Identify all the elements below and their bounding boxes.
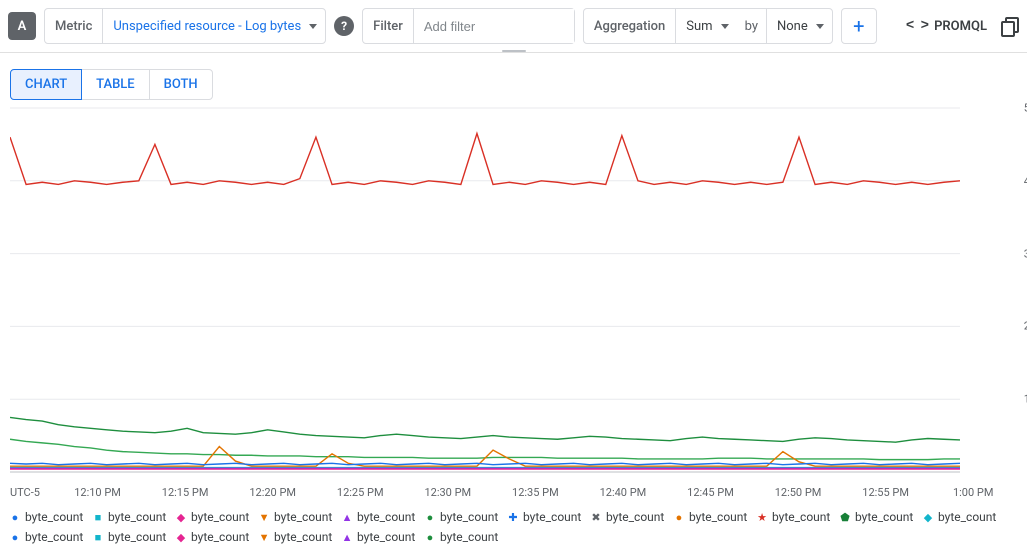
by-label: by	[737, 19, 766, 34]
legend-label: byte_count	[606, 510, 664, 524]
legend-marker-icon: ✖	[591, 512, 601, 522]
legend-item[interactable]: ▼ byte_count	[259, 507, 342, 527]
view-tabs: CHART TABLE BOTH	[10, 69, 1027, 100]
x-tick-label: 12:50 PM	[754, 486, 842, 499]
legend-item[interactable]: ◆ byte_count	[176, 507, 259, 527]
dropdown-caret-icon	[816, 24, 824, 29]
legend-marker-icon: ⬟	[840, 512, 850, 522]
metric-label: Metric	[45, 9, 103, 43]
promql-label: PROMQL	[934, 19, 987, 34]
legend-marker-icon: ●	[425, 512, 435, 522]
groupby-selector[interactable]: None	[766, 9, 832, 43]
legend-label: byte_count	[440, 510, 498, 524]
legend-marker-icon: ◆	[176, 512, 186, 522]
aggregation-value-text: Sum	[686, 19, 712, 34]
x-tick-label: 12:20 PM	[229, 486, 317, 499]
legend-item[interactable]: ◆byte_count	[176, 527, 259, 547]
legend-item[interactable]: ■byte_count	[93, 527, 176, 547]
legend-label: byte_count	[689, 510, 747, 524]
x-tick-label: 12:55 PM	[842, 486, 930, 499]
tab-both[interactable]: BOTH	[149, 69, 213, 100]
aggregation-selector[interactable]: Sum	[676, 9, 736, 43]
legend-label: byte_count	[108, 510, 166, 524]
aggregation-field-group: Aggregation Sum by None	[583, 8, 833, 44]
legend-marker-icon: ▲	[342, 512, 352, 522]
legend-marker-icon: ■	[93, 512, 103, 522]
x-tick-label: 12:45 PM	[667, 486, 755, 499]
legend-marker-icon: ★	[757, 512, 767, 522]
dropdown-caret-icon	[309, 24, 317, 29]
legend-label: byte_count	[772, 510, 830, 524]
query-toolbar: A Metric Unspecified resource - Log byte…	[0, 0, 1027, 53]
legend-marker-icon: ▼	[259, 512, 269, 522]
legend-marker-icon: ◆	[923, 512, 933, 522]
metric-value-text: Unspecified resource - Log bytes	[113, 19, 301, 34]
legend-item[interactable]: ⬟ byte_count	[840, 507, 923, 527]
filter-input[interactable]	[414, 9, 574, 43]
legend-marker-icon: ●	[10, 512, 20, 522]
legend-label: byte_count	[523, 510, 581, 524]
x-tick-label: 12:10 PM	[54, 486, 142, 499]
legend-item[interactable]: ●byte_count	[10, 527, 93, 547]
legend-marker-icon: ●	[674, 512, 684, 522]
legend-label: byte_count	[191, 510, 249, 524]
legend-item[interactable]: ✚ byte_count	[508, 507, 591, 527]
legend-label: byte_count	[274, 530, 332, 544]
metric-selector[interactable]: Unspecified resource - Log bytes	[103, 9, 325, 43]
legend-label: byte_count	[191, 530, 249, 544]
legend-item[interactable]: ●byte_count	[425, 527, 508, 547]
code-icon: < >	[906, 18, 928, 34]
legend-label: byte_count	[938, 510, 996, 524]
tab-table[interactable]: TABLE	[81, 69, 150, 100]
groupby-value-text: None	[777, 19, 808, 34]
legend-marker-icon: ✚	[508, 512, 518, 522]
x-tick-label: 12:15 PM	[141, 486, 229, 499]
legend-item[interactable]: ● byte_count	[674, 507, 757, 527]
legend-label: byte_count	[25, 510, 83, 524]
legend-item[interactable]: ▼byte_count	[259, 527, 342, 547]
filter-field-group: Filter	[362, 8, 575, 44]
help-icon[interactable]: ?	[334, 16, 354, 36]
x-tick-label: 12:40 PM	[579, 486, 667, 499]
x-axis-labels: UTC-512:10 PM12:15 PM12:20 PM12:25 PM12:…	[10, 484, 1017, 499]
legend-label: byte_count	[855, 510, 913, 524]
copy-icon[interactable]	[1001, 17, 1019, 35]
dropdown-caret-icon	[721, 24, 729, 29]
legend-item[interactable]: ▲ byte_count	[342, 507, 425, 527]
legend-item[interactable]: ◆ byte_count	[923, 507, 1006, 527]
legend-item[interactable]: ● byte_count	[425, 507, 508, 527]
metric-field-group: Metric Unspecified resource - Log bytes	[44, 8, 326, 44]
x-tick-label: 12:30 PM	[404, 486, 492, 499]
legend-label: byte_count	[108, 530, 166, 544]
promql-button[interactable]: < > PROMQL	[900, 18, 993, 34]
legend-label: byte_count	[357, 510, 415, 524]
aggregation-label: Aggregation	[584, 9, 676, 43]
add-query-button[interactable]: +	[841, 8, 877, 44]
query-badge: A	[8, 12, 36, 40]
legend-item[interactable]: ★ byte_count	[757, 507, 840, 527]
legend-label: byte_count	[357, 530, 415, 544]
x-tick-label: UTC-5	[10, 486, 54, 499]
x-tick-label: 12:35 PM	[492, 486, 580, 499]
legend-label: byte_count	[440, 530, 498, 544]
legend-label: byte_count	[274, 510, 332, 524]
x-tick-label: 12:25 PM	[316, 486, 404, 499]
legend-item[interactable]: ■ byte_count	[93, 507, 176, 527]
chart-legend: ● byte_count ■ byte_count ◆ byte_count ▼ byte_c…	[10, 499, 1017, 555]
line-chart[interactable]	[10, 104, 960, 484]
filter-label: Filter	[363, 9, 414, 43]
chart-area: UTC-512:10 PM12:15 PM12:20 PM12:25 PM12:…	[10, 104, 1017, 555]
legend-item[interactable]: ▲byte_count	[342, 527, 425, 547]
tab-chart[interactable]: CHART	[10, 69, 82, 100]
x-tick-label: 1:00 PM	[929, 486, 1017, 499]
plus-icon: +	[853, 14, 864, 38]
legend-item[interactable]: ✖ byte_count	[591, 507, 674, 527]
drag-handle-icon[interactable]	[502, 50, 526, 54]
legend-label: byte_count	[25, 530, 83, 544]
legend-item[interactable]: ● byte_count	[10, 507, 93, 527]
